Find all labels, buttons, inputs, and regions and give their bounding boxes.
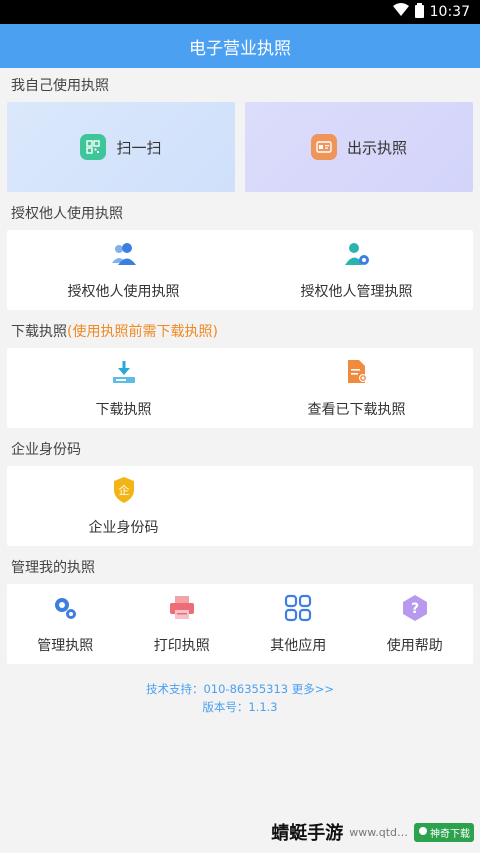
- gears-icon: [50, 593, 80, 623]
- qr-scan-icon: [80, 134, 107, 160]
- view-downloaded-label: 查看已下载执照: [307, 402, 406, 418]
- help-label: 使用帮助: [386, 638, 443, 654]
- grid-apps-icon: [283, 593, 313, 623]
- section-auth-title: 授权他人使用执照: [0, 196, 480, 230]
- section-manage-title: 管理我的执照: [0, 550, 480, 584]
- download-icon: [109, 357, 139, 387]
- download-license-label: 下载执照: [95, 402, 152, 418]
- section-download-label: 下载执照: [11, 324, 67, 340]
- app-bar: 电子营业执照: [0, 24, 480, 68]
- other-apps-button[interactable]: 其他应用: [240, 584, 357, 664]
- watermark-badge-label: 神奇下载: [430, 828, 470, 840]
- section-self-title: 我自己使用执照: [0, 68, 480, 102]
- manage-card: 管理执照 打印执照 其他应用 ? 使用帮助: [7, 584, 473, 664]
- print-license-label: 打印执照: [153, 638, 210, 654]
- help-button[interactable]: ? 使用帮助: [357, 584, 474, 664]
- download-license-button[interactable]: 下载执照: [7, 348, 240, 428]
- scan-label: 扫一扫: [116, 138, 162, 157]
- page-title: 电子营业执照: [189, 38, 291, 59]
- download-card: 下载执照 查看已下载执照: [7, 348, 473, 428]
- status-bar: 10:37: [0, 0, 480, 24]
- status-time: 10:37: [429, 4, 470, 20]
- show-license-button[interactable]: 出示执照: [245, 102, 473, 192]
- version-text: 版本号：1.1.3: [202, 700, 278, 714]
- authorize-use-button[interactable]: 授权他人使用执照: [7, 230, 240, 310]
- authorize-manage-button[interactable]: 授权他人管理执照: [240, 230, 473, 310]
- footer: 技术支持：010-86355313 更多>> 版本号：1.1.3: [0, 680, 480, 716]
- section-download-title: 下载执照 (使用执照前需下载执照): [0, 314, 480, 348]
- section-self-label: 我自己使用执照: [11, 78, 109, 94]
- manage-license-label: 管理执照: [37, 638, 94, 654]
- scan-button[interactable]: 扫一扫: [7, 102, 235, 192]
- printer-icon: [167, 593, 197, 623]
- watermark-leaf-icon: [418, 826, 428, 839]
- users-icon: [109, 239, 139, 269]
- wifi-icon: [392, 3, 409, 21]
- section-id-title: 企业身份码: [0, 432, 480, 466]
- watermark-sub: www.qtd…: [349, 825, 408, 839]
- svg-text:?: ?: [411, 601, 419, 617]
- enterprise-id-label: 企业身份码: [88, 520, 159, 536]
- section-id-label: 企业身份码: [11, 442, 81, 458]
- manage-license-button[interactable]: 管理执照: [7, 584, 124, 664]
- license-card-icon: [310, 134, 337, 160]
- watermark-badge: 神奇下载: [414, 822, 474, 842]
- authorize-use-label: 授权他人使用执照: [67, 284, 180, 300]
- svg-text:企: 企: [118, 483, 129, 497]
- section-auth-label: 授权他人使用执照: [11, 206, 123, 222]
- download-note: (使用执照前需下载执照): [67, 324, 218, 340]
- auth-card: 授权他人使用执照 授权他人管理执照: [7, 230, 473, 310]
- enterprise-id-button[interactable]: 企 企业身份码: [7, 466, 240, 546]
- user-gear-icon: [342, 239, 372, 269]
- section-manage-label: 管理我的执照: [11, 560, 95, 576]
- help-question-icon: ?: [400, 593, 430, 623]
- print-license-button[interactable]: 打印执照: [124, 584, 241, 664]
- other-apps-label: 其他应用: [270, 638, 327, 654]
- authorize-manage-label: 授权他人管理执照: [300, 284, 413, 300]
- view-downloaded-button[interactable]: 查看已下载执照: [240, 348, 473, 428]
- enterprise-shield-icon: 企: [109, 475, 139, 505]
- enterprise-id-card: 企 企业身份码: [7, 466, 473, 546]
- support-link[interactable]: 技术支持：010-86355313 更多>>: [0, 680, 480, 698]
- watermark-text: 蜻蜓手游: [271, 823, 344, 844]
- self-use-row: 扫一扫 出示执照: [7, 102, 473, 192]
- document-search-icon: [342, 357, 372, 387]
- show-license-label: 出示执照: [346, 138, 407, 157]
- battery-icon: [414, 2, 424, 22]
- watermark: 蜻蜓手游 www.qtd… 神奇下载: [271, 819, 474, 845]
